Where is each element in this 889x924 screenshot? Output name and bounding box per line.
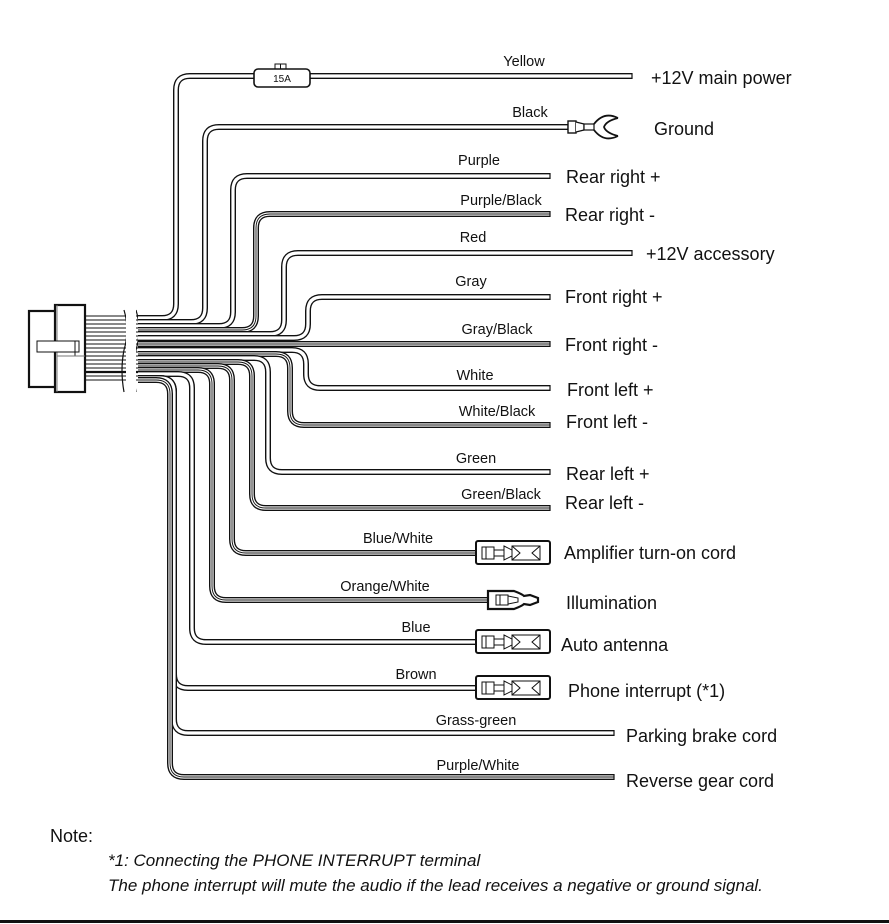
wire-color-label: Green [456, 451, 496, 467]
wire-yellow [138, 73, 633, 321]
wire-function-label: Front left - [566, 412, 648, 432]
female-connector-icon [475, 629, 551, 654]
wire-function-label: +12V main power [651, 68, 792, 88]
note-line-1: *1: Connecting the PHONE INTERRUPT termi… [108, 851, 481, 870]
wire-function-label: Rear left + [566, 464, 650, 484]
wire-function-label: Rear right - [565, 205, 655, 225]
wire-function-label: Front right - [565, 335, 658, 355]
female-connector-icon [475, 675, 551, 700]
wire-red [138, 250, 633, 337]
wire-color-label: White [456, 368, 493, 384]
wire-color-label: White/Black [459, 404, 536, 420]
wire-function-label: Front left + [567, 380, 654, 400]
wire-function-label: Illumination [566, 593, 657, 613]
ring-terminal-icon [567, 114, 619, 140]
wire-color-label: Brown [395, 667, 436, 683]
wire-function-label: Phone interrupt (*1) [568, 681, 725, 701]
male-connector-icon [486, 589, 540, 611]
note-heading: Note: [50, 826, 94, 846]
fuse-rating: 15A [273, 74, 291, 85]
female-connector-icon [475, 540, 551, 565]
wire-function-label: Front right + [565, 287, 663, 307]
wire-function-label: Rear left - [565, 493, 644, 513]
wire-function-label: Rear right + [566, 167, 661, 187]
bottom-divider [0, 920, 889, 923]
wire-color-label: Gray/Black [462, 322, 534, 338]
wire-function-label: Amplifier turn-on cord [564, 543, 736, 563]
note-line-2: The phone interrupt will mute the audio … [108, 876, 763, 895]
wire-break-mark [121, 305, 140, 397]
wire-color-label: Black [512, 105, 548, 121]
wire-blue-white [138, 363, 477, 556]
wire-function-label: +12V accessory [646, 244, 775, 264]
wiring-diagram: Yellow +12V main power Black Ground Purple Re… [27, 54, 792, 791]
wire-black [138, 124, 569, 325]
wires [138, 73, 633, 780]
wire-color-label: Yellow [503, 54, 545, 70]
harness-connector [27, 303, 87, 394]
wire-color-label: Green/Black [461, 487, 542, 503]
wire-purple-black [138, 211, 551, 333]
wire-gray-black [138, 341, 551, 347]
fuse: 15A [253, 63, 311, 88]
wire-color-label: Orange/White [340, 579, 429, 595]
wire-function-label: Parking brake cord [626, 726, 777, 746]
wire-function-label: Auto antenna [561, 635, 669, 655]
wire-color-label: Purple/Black [460, 193, 542, 209]
wire-color-label: Purple/White [436, 758, 519, 774]
wire-color-label: Grass-green [436, 713, 517, 729]
wire-color-label: Gray [455, 274, 487, 290]
wire-color-label: Blue/White [363, 531, 433, 547]
wire-function-label: Ground [654, 119, 714, 139]
wire-color-label: Blue [401, 620, 430, 636]
wire-function-label: Reverse gear cord [626, 771, 774, 791]
wire-color-label: Purple [458, 153, 500, 169]
wire-color-label: Red [460, 230, 487, 246]
